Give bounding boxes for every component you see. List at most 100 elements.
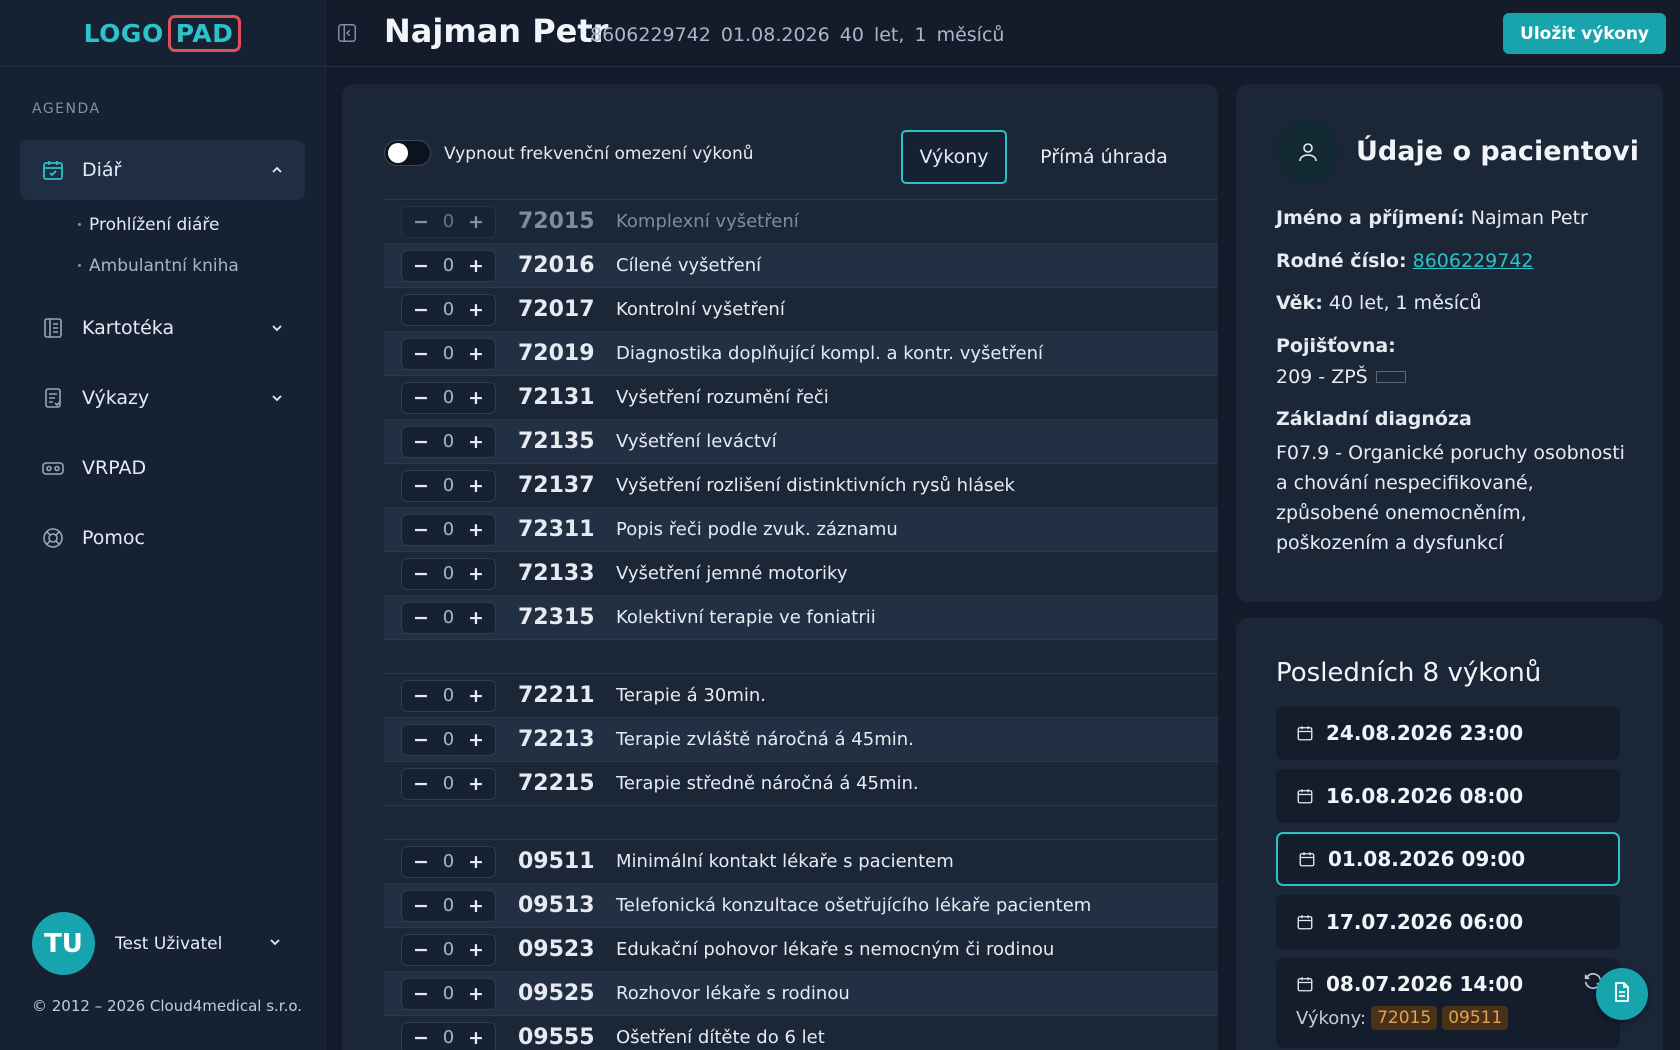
quantity-value[interactable]: 0 bbox=[443, 685, 454, 706]
quantity-value[interactable]: 0 bbox=[443, 563, 454, 584]
procedure-description: Edukační pohovor lékaře s nemocným či ro… bbox=[616, 939, 1055, 960]
recent-item[interactable]: 08.07.2026 14:00 Výkony: 72015 09511 bbox=[1276, 958, 1620, 1048]
user-menu[interactable]: TU Test Uživatel bbox=[32, 912, 282, 975]
quantity-stepper: −0 + bbox=[401, 889, 496, 922]
quantity-value[interactable]: 0 bbox=[443, 343, 454, 364]
decrement-button[interactable]: − bbox=[412, 563, 430, 585]
sidebar-item-vrpad[interactable]: VRPAD bbox=[20, 438, 305, 498]
nav-gap bbox=[20, 428, 305, 438]
increment-button[interactable]: + bbox=[467, 431, 485, 453]
quantity-value[interactable]: 0 bbox=[443, 299, 454, 320]
increment-button[interactable]: + bbox=[467, 895, 485, 917]
quantity-value[interactable]: 0 bbox=[443, 519, 454, 540]
decrement-button[interactable]: − bbox=[412, 343, 430, 365]
calendar-icon bbox=[1298, 849, 1318, 869]
recent-item[interactable]: 01.08.2026 09:00 bbox=[1276, 832, 1620, 886]
calendar-icon bbox=[1296, 912, 1316, 932]
increment-button[interactable]: + bbox=[467, 685, 485, 707]
increment-button[interactable]: + bbox=[467, 343, 485, 365]
quantity-value[interactable]: 0 bbox=[443, 939, 454, 960]
save-button[interactable]: Uložit výkony bbox=[1503, 13, 1666, 54]
frequency-limit-toggle[interactable] bbox=[384, 140, 431, 166]
procedure-code: 72315 bbox=[518, 605, 595, 630]
procedure-description: Vyšetření rozumění řeči bbox=[616, 387, 829, 408]
recent-item[interactable]: 24.08.2026 23:00 bbox=[1276, 706, 1620, 760]
age-value: 40 let, 1 měsíců bbox=[1328, 292, 1482, 315]
toggle-label: Vypnout frekvenční omezení výkonů bbox=[444, 144, 754, 164]
decrement-button[interactable]: − bbox=[412, 851, 430, 873]
quantity-value[interactable]: 0 bbox=[443, 729, 454, 750]
increment-button[interactable]: + bbox=[467, 1027, 485, 1049]
increment-button[interactable]: + bbox=[467, 255, 485, 277]
calendar-icon bbox=[1296, 723, 1316, 743]
sidebar-item-vykazy[interactable]: Výkazy bbox=[20, 368, 305, 428]
quantity-stepper: −0 + bbox=[401, 381, 496, 414]
procedure-description: Minimální kontakt lékaře s pacientem bbox=[616, 851, 954, 872]
sidebar-item-diar[interactable]: Diář bbox=[20, 140, 305, 200]
procedure-code: 72215 bbox=[518, 771, 595, 796]
notes-fab[interactable] bbox=[1596, 968, 1648, 1020]
recent-item[interactable]: 17.07.2026 06:00 bbox=[1276, 895, 1620, 949]
decrement-button[interactable]: − bbox=[412, 431, 430, 453]
decrement-button[interactable]: − bbox=[412, 475, 430, 497]
quantity-value[interactable]: 0 bbox=[443, 1027, 454, 1048]
quantity-stepper: −0 + bbox=[401, 723, 496, 756]
quantity-value[interactable]: 0 bbox=[443, 851, 454, 872]
quantity-value[interactable]: 0 bbox=[443, 475, 454, 496]
subnav-item-ambulantni[interactable]: Ambulantní kniha bbox=[78, 245, 305, 286]
increment-button[interactable]: + bbox=[467, 211, 485, 233]
increment-button[interactable]: + bbox=[467, 475, 485, 497]
logo[interactable]: LOGO PAD bbox=[0, 0, 325, 67]
tab-prima-uhrada[interactable]: Přímá úhrada bbox=[1014, 130, 1194, 184]
subnav-item-label: Ambulantní kniha bbox=[89, 255, 239, 276]
table-row: −0 +72133 Vyšetření jemné motoriky bbox=[384, 551, 1218, 595]
decrement-button[interactable]: − bbox=[412, 211, 430, 233]
decrement-button[interactable]: − bbox=[412, 1027, 430, 1049]
increment-button[interactable]: + bbox=[467, 299, 485, 321]
tab-vykony[interactable]: Výkony bbox=[901, 130, 1007, 184]
decrement-button[interactable]: − bbox=[412, 773, 430, 795]
decrement-button[interactable]: − bbox=[412, 519, 430, 541]
increment-button[interactable]: + bbox=[467, 939, 485, 961]
lifebuoy-icon bbox=[40, 525, 66, 551]
rc-link[interactable]: 8606229742 bbox=[1413, 250, 1534, 272]
increment-button[interactable]: + bbox=[467, 519, 485, 541]
sidebar-collapse-icon[interactable] bbox=[336, 22, 360, 46]
recent-item[interactable]: 16.08.2026 08:00 bbox=[1276, 769, 1620, 823]
procedure-code: 72016 bbox=[518, 253, 595, 278]
increment-button[interactable]: + bbox=[467, 851, 485, 873]
quantity-value[interactable]: 0 bbox=[443, 211, 454, 232]
decrement-button[interactable]: − bbox=[412, 685, 430, 707]
increment-button[interactable]: + bbox=[467, 563, 485, 585]
increment-button[interactable]: + bbox=[467, 607, 485, 629]
procedure-description: Cílené vyšetření bbox=[616, 255, 762, 276]
increment-button[interactable]: + bbox=[467, 983, 485, 1005]
recent-date: 16.08.2026 08:00 bbox=[1326, 784, 1524, 808]
quantity-value[interactable]: 0 bbox=[443, 983, 454, 1004]
quantity-value[interactable]: 0 bbox=[443, 895, 454, 916]
procedure-description: Vyšetření leváctví bbox=[616, 431, 777, 452]
decrement-button[interactable]: − bbox=[412, 729, 430, 751]
decrement-button[interactable]: − bbox=[412, 299, 430, 321]
quantity-value[interactable]: 0 bbox=[443, 387, 454, 408]
decrement-button[interactable]: − bbox=[412, 983, 430, 1005]
decrement-button[interactable]: − bbox=[412, 895, 430, 917]
quantity-value[interactable]: 0 bbox=[443, 607, 454, 628]
quantity-value[interactable]: 0 bbox=[443, 255, 454, 276]
increment-button[interactable]: + bbox=[467, 773, 485, 795]
increment-button[interactable]: + bbox=[467, 387, 485, 409]
quantity-value[interactable]: 0 bbox=[443, 431, 454, 452]
nav-gap bbox=[20, 358, 305, 368]
decrement-button[interactable]: − bbox=[412, 939, 430, 961]
bullet-icon bbox=[78, 223, 81, 226]
quantity-value[interactable]: 0 bbox=[443, 773, 454, 794]
sidebar-item-pomoc[interactable]: Pomoc bbox=[20, 508, 305, 568]
sidebar-item-kartoteka[interactable]: Kartotéka bbox=[20, 298, 305, 358]
decrement-button[interactable]: − bbox=[412, 387, 430, 409]
quantity-stepper: −0 + bbox=[401, 337, 496, 370]
procedures-toolbar: Vypnout frekvenční omezení výkonů Výkony… bbox=[384, 126, 1218, 184]
subnav-item-prohlizeni[interactable]: Prohlížení diáře bbox=[78, 204, 305, 245]
increment-button[interactable]: + bbox=[467, 729, 485, 751]
decrement-button[interactable]: − bbox=[412, 255, 430, 277]
decrement-button[interactable]: − bbox=[412, 607, 430, 629]
